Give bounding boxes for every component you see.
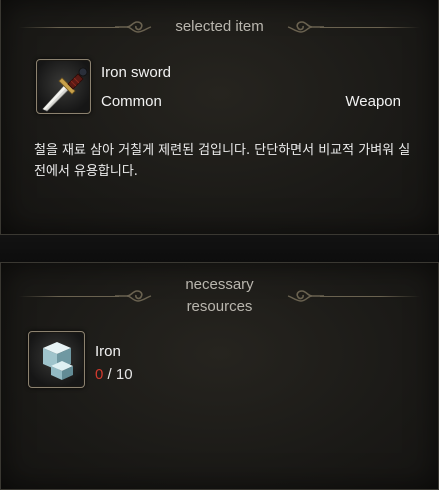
item-slot[interactable] — [36, 59, 91, 114]
ornament-left-icon — [115, 290, 152, 302]
item-name: Iron sword — [101, 64, 172, 81]
header-divider-right — [320, 296, 420, 297]
selected-item-header: selected item — [1, 16, 438, 38]
resource-separator: / — [103, 366, 116, 383]
panel-gap — [0, 235, 439, 262]
resource-count: 0 / 10 — [95, 366, 133, 383]
selected-item-panel: selected item Iron sword Common Weapon 철… — [0, 0, 439, 235]
item-rarity: Common — [101, 93, 162, 110]
iron-block-icon — [43, 342, 73, 380]
resource-name: Iron — [95, 343, 121, 360]
section-title-line2: resources — [186, 298, 253, 315]
header-divider-left — [19, 296, 119, 297]
item-type: Weapon — [345, 93, 401, 110]
ornament-left-icon — [115, 21, 152, 33]
section-title: necessary resources — [185, 274, 253, 318]
resource-need: 10 — [115, 366, 133, 383]
sword-icon — [42, 67, 88, 112]
resource-slot[interactable] — [28, 331, 85, 388]
header-divider-left — [19, 27, 119, 28]
resources-header: necessary resources — [1, 273, 438, 319]
section-title-line1: necessary — [185, 276, 254, 293]
header-divider-right — [320, 27, 420, 28]
resources-panel: necessary resources Iron 0 / 10 — [0, 262, 439, 490]
item-description: 철을 재료 삼아 거칠게 제련된 검입니다. 단단하면서 비교적 가벼워 실전에… — [34, 143, 411, 179]
section-title: selected item — [175, 18, 264, 35]
